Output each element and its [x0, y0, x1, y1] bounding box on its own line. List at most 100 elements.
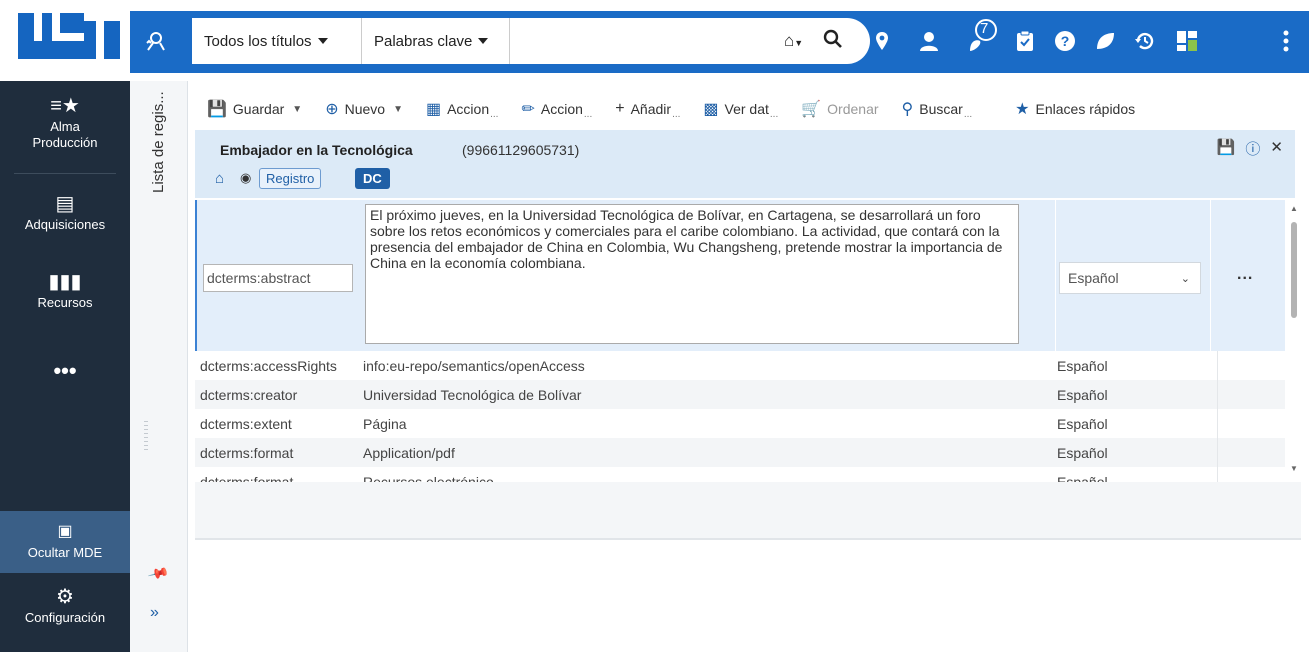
leaf-icon[interactable]: [1090, 26, 1120, 56]
close-icon[interactable]: ✕: [1270, 138, 1283, 159]
nav-alma-produccion[interactable]: ≡★ Alma Producción: [0, 95, 130, 151]
records-list-tab[interactable]: Lista de regis...: [150, 91, 170, 291]
table-row[interactable]: dcterms:format Recursos electrónico Espa…: [195, 467, 1285, 482]
table-row[interactable]: dcterms:accessRights info:eu-repo/semant…: [195, 351, 1285, 380]
search-type-label: Palabras clave: [374, 32, 473, 50]
plus-circle-icon: ⊕: [325, 101, 339, 118]
search-icon[interactable]: [822, 28, 844, 53]
actions-menu-button[interactable]: ▦ Accion...: [426, 99, 499, 120]
lang-cell: Español: [1057, 415, 1108, 432]
view-icon[interactable]: ◉: [240, 170, 251, 186]
tag-cell: dcterms:extent: [200, 415, 292, 432]
books-icon: ▮▮▮: [48, 271, 82, 293]
home-scope-icon[interactable]: ⌂▼: [784, 31, 803, 51]
order-button[interactable]: 🛒 Ordenar: [801, 99, 878, 119]
lang-cell: Español: [1057, 386, 1108, 403]
nav-adquisiciones[interactable]: ▤ Adquisiciones: [0, 193, 130, 232]
view-data-icon: ▩: [703, 101, 719, 118]
quick-links-label: Enlaces rápidos: [1035, 101, 1136, 117]
pencil-icon: ✏: [521, 101, 535, 118]
history-icon[interactable]: [1130, 26, 1160, 56]
search-label: Buscar: [919, 101, 963, 117]
metadata-grid: El próximo jueves, en la Universidad Tec…: [195, 200, 1285, 482]
edit-actions-button[interactable]: ✏ Accion...: [521, 99, 592, 120]
cart-icon: 🛒: [801, 101, 822, 118]
nav-alma-label: Alma Producción: [32, 119, 98, 150]
app-logo[interactable]: [0, 0, 130, 81]
dashboard-icon[interactable]: [1172, 26, 1202, 56]
tag-cell: dcterms:format: [200, 473, 294, 483]
tag-cell: dcterms:accessRights: [200, 357, 337, 374]
search-input[interactable]: [510, 18, 770, 64]
actions1-label: Accion: [447, 101, 490, 117]
quick-links-button[interactable]: ★ Enlaces rápidos: [1015, 99, 1135, 119]
view-label: Ver dat: [724, 101, 769, 117]
save-icon: 💾: [207, 101, 227, 118]
top-bar: Todos los títulos Palabras clave ⌂▼ 7 ?: [0, 0, 1309, 81]
search-actions: ⌂▼: [770, 18, 870, 64]
save-label: Guardar: [232, 101, 285, 117]
search-button[interactable]: ⚲ Buscar...: [901, 99, 973, 120]
record-title: Embajador en la Tecnológica: [220, 142, 413, 158]
search-scope-dropdown[interactable]: Todos los títulos: [192, 18, 362, 64]
chevron-down-icon: ▼: [292, 103, 303, 115]
value-textarea[interactable]: El próximo jueves, en la Universidad Tec…: [365, 204, 1019, 344]
save-button[interactable]: 💾 Guardar ▼: [207, 99, 302, 119]
save-icon[interactable]: 💾: [1217, 138, 1236, 159]
scroll-up-icon[interactable]: ▲: [1290, 204, 1298, 213]
record-toolbar: 💾 Guardar ▼ ⊕ Nuevo ▼ ▦ Accion... ✏ Acci…: [195, 90, 1309, 128]
record-header: Embajador en la Tecnológica (99661129605…: [195, 130, 1295, 198]
tag-cell: dcterms:creator: [200, 386, 298, 403]
home-icon[interactable]: ⌂: [215, 170, 224, 187]
order-label: Ordenar: [827, 101, 879, 117]
expand-panel-icon[interactable]: »: [150, 604, 159, 622]
tab-dc[interactable]: DC: [355, 168, 390, 189]
help-icon[interactable]: ?: [1050, 26, 1080, 56]
add-button[interactable]: + Añadir...: [615, 100, 680, 120]
lang-cell: Español: [1057, 357, 1108, 374]
user-switch-icon[interactable]: [140, 26, 170, 56]
view-data-button[interactable]: ▩ Ver dat...: [703, 99, 778, 120]
table-row[interactable]: dcterms:extent Página Español: [195, 409, 1285, 438]
scroll-down-icon[interactable]: ▼: [1290, 464, 1298, 473]
tasks-icon[interactable]: [1010, 26, 1040, 56]
location-icon[interactable]: [872, 26, 892, 56]
value-cell: Recursos electrónico: [363, 473, 494, 483]
more-vertical-icon[interactable]: [1276, 26, 1296, 56]
tab-registro[interactable]: Registro: [259, 168, 322, 189]
nav-adquisiciones-label: Adquisiciones: [24, 217, 106, 232]
search-type-dropdown[interactable]: Palabras clave: [362, 18, 510, 64]
grid-footer: [195, 482, 1301, 540]
search-icon: ⚲: [901, 101, 914, 118]
nav-recursos-label: Recursos: [37, 295, 93, 310]
language-select[interactable]: Español ⌄: [1059, 262, 1201, 294]
user-icon[interactable]: [914, 26, 944, 56]
md-editor-icon: ▣: [57, 523, 73, 540]
nav-ocultar-mde[interactable]: ▣ Ocultar MDE: [0, 511, 130, 573]
chevron-down-icon: ⌄: [1180, 273, 1190, 285]
language-value: Español: [1068, 270, 1119, 286]
value-cell: Página: [363, 415, 407, 432]
add-label: Añadir: [630, 101, 672, 117]
grid-scrollbar[interactable]: ▲ ▼: [1287, 200, 1301, 482]
actions2-label: Accion: [540, 101, 583, 117]
nav-recursos[interactable]: ▮▮▮ Recursos: [0, 271, 130, 310]
nav-ocultar-label: Ocultar MDE: [27, 545, 103, 560]
info-icon[interactable]: ⓘ: [1245, 138, 1260, 159]
nav-more[interactable]: •••: [0, 358, 130, 384]
record-id: (99661129605731): [462, 142, 580, 158]
editing-row: El próximo jueves, en la Universidad Tec…: [195, 200, 1285, 351]
more-horizontal-icon: •••: [53, 358, 77, 383]
table-row[interactable]: dcterms:format Application/pdf Español: [195, 438, 1285, 467]
row-more-button[interactable]: ...: [1237, 266, 1253, 284]
nav-configuracion-label: Configuración: [24, 610, 106, 625]
new-button[interactable]: ⊕ Nuevo ▼: [325, 99, 403, 119]
table-row[interactable]: dcterms:creator Universidad Tecnológica …: [195, 380, 1285, 409]
tag-field[interactable]: [203, 264, 353, 292]
nav-configuracion[interactable]: ⚙ Configuración: [0, 586, 130, 625]
notifications-icon[interactable]: 7: [962, 16, 1002, 58]
chevron-down-icon: ▼: [393, 103, 403, 115]
scroll-thumb[interactable]: [1291, 222, 1297, 318]
resize-handle[interactable]: [144, 421, 148, 451]
new-label: Nuevo: [344, 101, 386, 117]
